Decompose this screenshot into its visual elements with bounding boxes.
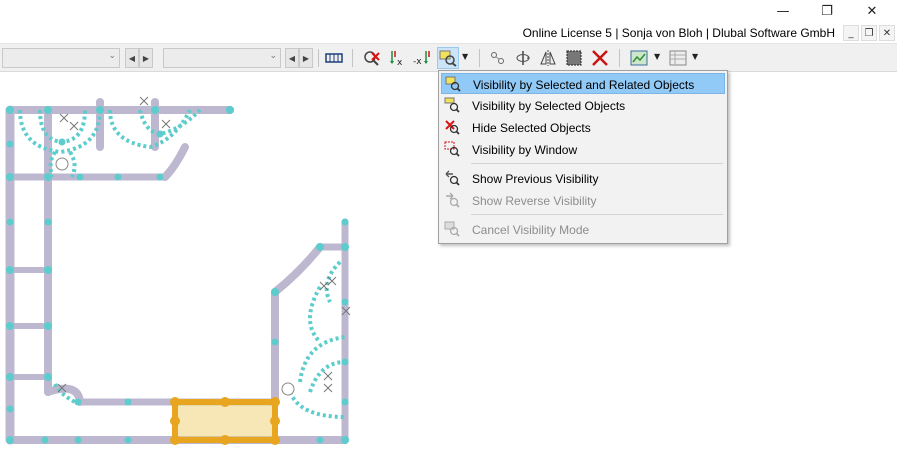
toolbar: ⌄ ◀ ▶ ⌄ ◀ ▶ x -x ▼ ▼ ▼ bbox=[0, 43, 897, 72]
move-x-button[interactable]: x bbox=[386, 47, 408, 69]
menu-item-label: Show Previous Visibility bbox=[472, 172, 599, 186]
menu-separator bbox=[471, 214, 723, 215]
move-x-icon: x bbox=[390, 51, 403, 67]
show-previous-icon bbox=[445, 170, 460, 186]
license-info: Online License 5 | Sonja von Bloh | Dlub… bbox=[522, 26, 835, 40]
view-button[interactable] bbox=[628, 47, 650, 69]
node-icon bbox=[491, 52, 504, 64]
visibility-off-icon bbox=[364, 51, 380, 66]
next-result-button[interactable]: ▶ bbox=[299, 48, 313, 68]
view-dropdown-arrow[interactable]: ▼ bbox=[654, 52, 660, 61]
menu-item-visibility-selected-related[interactable]: Visibility by Selected and Related Objec… bbox=[441, 73, 725, 94]
show-reverse-icon bbox=[446, 192, 460, 208]
toolbar-separator bbox=[619, 49, 620, 67]
visibility-mode-button[interactable] bbox=[437, 47, 459, 69]
mirror-button[interactable] bbox=[537, 47, 559, 69]
view-icon bbox=[630, 50, 648, 66]
mirror-icon bbox=[540, 50, 556, 66]
mdi-restore-button[interactable]: ❐ bbox=[861, 25, 877, 41]
support-circles bbox=[55, 157, 295, 396]
rotate-icon bbox=[516, 51, 530, 65]
delete-button[interactable] bbox=[589, 47, 611, 69]
toolbar-separator bbox=[479, 49, 480, 67]
visibility-selected-related-icon bbox=[445, 76, 461, 92]
visibility-dropdown-arrow[interactable]: ▼ bbox=[462, 52, 468, 61]
close-window-button[interactable]: ✕ bbox=[849, 0, 895, 23]
delete-cross-icon bbox=[592, 50, 608, 66]
menu-item-label: Visibility by Selected Objects bbox=[472, 99, 626, 113]
menu-item-label: Visibility by Window bbox=[472, 143, 578, 157]
menu-item-visibility-selected[interactable]: Visibility by Selected Objects bbox=[441, 95, 725, 116]
selected-members[interactable] bbox=[170, 397, 280, 445]
menu-item-hide-selected[interactable]: Hide Selected Objects bbox=[441, 117, 725, 138]
next-load-case-button[interactable]: ▶ bbox=[139, 48, 153, 68]
visibility-selected-icon bbox=[444, 97, 460, 113]
mesh-icon bbox=[325, 53, 343, 63]
load-case-combo[interactable]: ⌄ bbox=[2, 48, 120, 68]
menu-separator bbox=[471, 163, 723, 164]
select-window-button[interactable] bbox=[563, 47, 585, 69]
minimize-window-button[interactable]: — bbox=[760, 0, 806, 23]
toolbar-separator bbox=[318, 49, 319, 67]
table-dropdown-arrow[interactable]: ▼ bbox=[692, 52, 698, 61]
chevron-down-icon: ⌄ bbox=[269, 51, 277, 61]
table-button[interactable] bbox=[667, 47, 689, 69]
move-negx-button[interactable]: -x bbox=[411, 47, 433, 69]
svg-text:x: x bbox=[397, 58, 403, 67]
rotate-button[interactable] bbox=[512, 47, 534, 69]
visibility-mode-icon bbox=[439, 50, 457, 67]
menu-item-label: Cancel Visibility Mode bbox=[472, 223, 590, 237]
license-bar: Online License 5 | Sonja von Bloh | Dlub… bbox=[0, 23, 897, 43]
visibility-off-button[interactable] bbox=[361, 47, 383, 69]
menu-item-label: Visibility by Selected and Related Objec… bbox=[473, 78, 695, 92]
visibility-window-icon bbox=[444, 141, 460, 157]
toolbar-separator bbox=[352, 49, 353, 67]
prev-load-case-button[interactable]: ◀ bbox=[125, 48, 139, 68]
mdi-minimize-button[interactable]: _ bbox=[843, 25, 859, 41]
cancel-visibility-icon bbox=[444, 221, 460, 237]
prev-result-button[interactable]: ◀ bbox=[285, 48, 299, 68]
menu-item-visibility-window[interactable]: Visibility by Window bbox=[441, 139, 725, 160]
node-button[interactable] bbox=[487, 47, 509, 69]
restore-window-button[interactable]: ❐ bbox=[804, 0, 850, 23]
visibility-dropdown-menu: Visibility by Selected and Related Objec… bbox=[438, 70, 728, 244]
svg-text:-x: -x bbox=[413, 57, 422, 67]
title-bar: — ❐ ✕ bbox=[0, 0, 897, 23]
menu-item-show-reverse[interactable]: Show Reverse Visibility bbox=[441, 190, 725, 211]
table-icon bbox=[669, 50, 687, 66]
result-combo[interactable]: ⌄ bbox=[163, 48, 281, 68]
select-window-icon bbox=[566, 50, 582, 66]
chevron-down-icon: ⌄ bbox=[108, 51, 116, 61]
mdi-close-button[interactable]: ✕ bbox=[879, 25, 895, 41]
menu-item-cancel-visibility[interactable]: Cancel Visibility Mode bbox=[441, 219, 725, 240]
menu-item-show-previous[interactable]: Show Previous Visibility bbox=[441, 168, 725, 189]
hide-selected-icon bbox=[445, 120, 460, 135]
move-negx-icon: -x bbox=[413, 51, 430, 67]
menu-item-label: Show Reverse Visibility bbox=[472, 194, 597, 208]
mesh-button[interactable] bbox=[323, 47, 345, 69]
menu-item-label: Hide Selected Objects bbox=[472, 121, 591, 135]
